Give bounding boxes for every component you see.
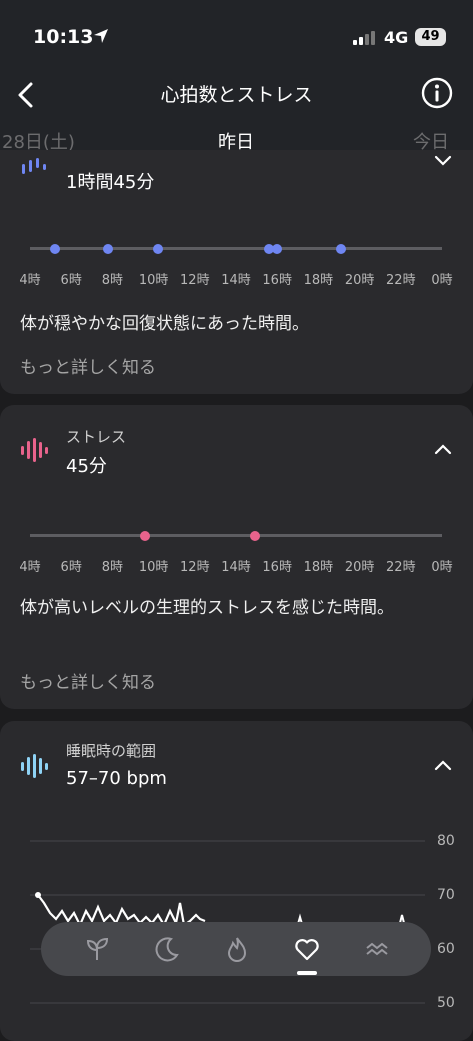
heart-rate-line [37,894,206,928]
recovery-value: 1時間45分 [66,172,155,193]
status-time: 10:13 [33,26,94,48]
time-axis-tick: 14時 [221,273,251,288]
bottom-nav [41,922,431,976]
nav-heart[interactable] [271,922,341,976]
time-axis-tick: 0時 [431,273,453,288]
stress-learn-more-link[interactable]: もっと詳しく知る [20,668,156,693]
network-type: 4G [384,28,409,47]
time-axis-tick: 20時 [344,560,375,575]
battery-indicator: 49 [415,28,446,46]
time-axis-tick: 6時 [60,560,82,575]
active-nav-indicator [297,971,317,975]
info-icon[interactable] [420,76,454,110]
time-axis-tick: 4時 [19,273,41,288]
y-tick-60: 60 [437,941,455,957]
time-axis-tick: 14時 [221,560,251,575]
recovery-card: 1時間45分 4時 6時 8時 10時 12時 14時 16時 18時 20時 22時 0時 体が穏… [0,150,473,394]
time-axis-tick: 10時 [138,560,169,575]
recovery-description: 体が穏やかな回復状態にあった時間。 [20,314,309,334]
time-axis-tick: 8時 [101,273,124,288]
stress-label: ストレス [66,428,127,446]
stress-value: 45分 [66,456,107,477]
recovery-learn-more-link[interactable]: もっと詳しく知る [20,353,156,378]
status-bar: 10:13 4G 49 [0,0,473,72]
nav-sleep[interactable] [131,922,201,976]
stress-wave-icon [21,438,48,462]
sprout-icon [86,937,109,960]
stress-timeline-mark [140,530,151,541]
recovery-wave-icon [22,158,46,174]
flame-icon [227,937,247,962]
location-arrow-icon [94,29,108,43]
time-axis-tick: 16時 [262,273,292,288]
heart-icon [295,939,319,961]
waves-icon [366,942,388,956]
signal-icon [353,31,375,45]
chevron-up-icon[interactable] [432,442,454,456]
time-axis-tick: 16時 [262,560,292,575]
recovery-timeline-mark [336,243,347,254]
y-tick-70: 70 [437,887,455,903]
recovery-timeline-mark [49,243,60,254]
time-axis-tick: 6時 [60,273,82,288]
sleep-range-value: 57–70 bpm [66,768,167,789]
y-tick-80: 80 [437,833,455,849]
time-axis-tick: 8時 [101,560,124,575]
time-axis-tick: 12時 [180,273,210,288]
time-axis-tick: 20時 [344,273,375,288]
stress-timeline-mark [249,530,260,541]
recovery-timeline-mark [272,243,283,254]
timeline-track [30,534,442,537]
stress-card: ストレス 45分 4時 6時 8時 10時 12時 14時 16時 18時 20時 22時 0時 体… [0,405,473,709]
recovery-timeline-mark [152,243,163,254]
timeline-track [30,247,442,250]
time-axis-tick: 10時 [138,273,169,288]
sleep-start-point [35,892,41,898]
recovery-timeline-mark [103,243,114,254]
time-axis-tick: 18時 [303,273,334,288]
time-axis-tick: 22時 [386,273,416,288]
nav-sprout[interactable] [61,922,131,976]
time-axis-tick: 12時 [180,560,210,575]
y-tick-50: 50 [437,995,455,1011]
sleep-wave-icon [21,754,48,778]
stress-description: 体が高いレベルの生理的ストレスを感じた時間。 [20,598,394,618]
sleep-range-label: 睡眠時の範囲 [66,742,157,760]
nav-stress[interactable] [341,922,411,976]
chevron-up-icon[interactable] [432,758,454,772]
sleep-range-card: 睡眠時の範囲 57–70 bpm 80 70 60 50 [0,721,473,1041]
chevron-down-icon[interactable] [432,154,454,168]
time-axis-tick: 18時 [303,560,334,575]
time-axis-tick: 22時 [386,560,416,575]
time-axis-tick: 4時 [19,560,41,575]
page-title: 心拍数とストレス [160,84,313,106]
nav-activity[interactable] [201,922,271,976]
moon-icon [155,937,179,962]
time-axis-tick: 0時 [431,560,453,575]
